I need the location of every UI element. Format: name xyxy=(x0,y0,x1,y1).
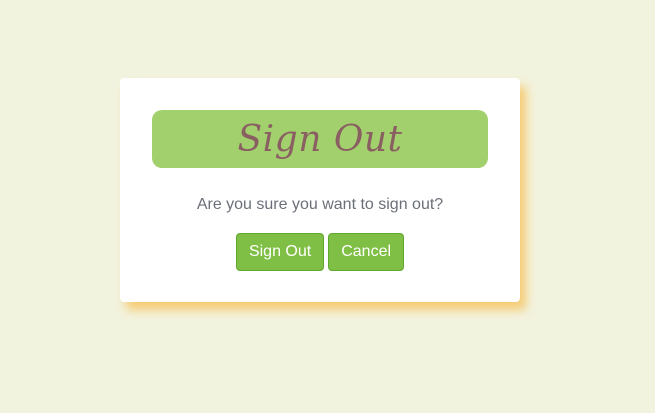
confirmation-message: Are you sure you want to sign out? xyxy=(196,196,444,213)
page-background: Sign Out Are you sure you want to sign o… xyxy=(0,0,655,413)
cancel-button[interactable]: Cancel xyxy=(328,233,405,271)
sign-out-dialog: Sign Out Are you sure you want to sign o… xyxy=(120,78,520,302)
dialog-actions: Sign Out Cancel xyxy=(120,233,520,271)
sign-out-button[interactable]: Sign Out xyxy=(235,233,325,271)
title-banner: Sign Out xyxy=(152,110,488,168)
dialog-title: Sign Out xyxy=(237,118,403,160)
